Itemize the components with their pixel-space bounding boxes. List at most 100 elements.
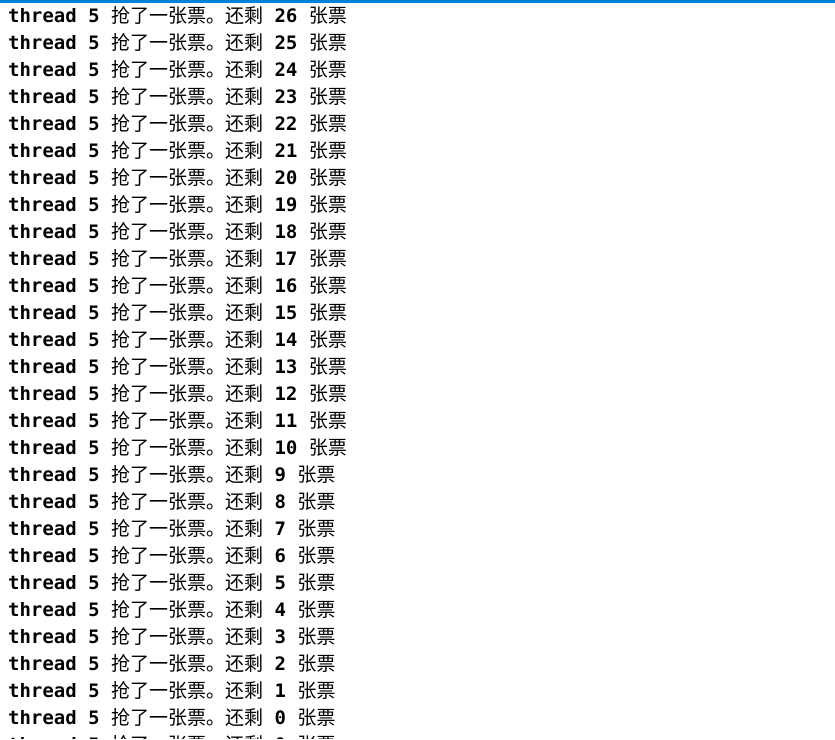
remaining-count: 2: [274, 653, 286, 675]
remaining-count: 23: [274, 86, 298, 108]
thread-keyword: thread: [8, 626, 77, 648]
thread-id: 5: [88, 410, 100, 432]
remaining-count: 3: [274, 626, 286, 648]
message-body: 抢了一张票。还剩: [111, 653, 264, 675]
remaining-count: 0: [274, 734, 285, 739]
remaining-count: 21: [274, 140, 298, 162]
message-body: 抢了一张票。还剩: [111, 734, 263, 739]
message-body: 抢了一张票。还剩: [111, 86, 264, 108]
remaining-count: 26: [274, 5, 298, 27]
message-body: 抢了一张票。还剩: [111, 707, 264, 729]
thread-id: 5: [88, 356, 100, 378]
thread-keyword: thread: [8, 302, 77, 324]
thread-keyword: thread: [8, 329, 77, 351]
thread-id: 5: [88, 275, 100, 297]
console-output-log[interactable]: thread 5 抢了一张票。还剩 26 张票 thread 5 抢了一张票。还剩…: [0, 3, 835, 740]
thread-keyword: thread: [8, 113, 77, 135]
console-line: thread 5 抢了一张票。还剩 23 张票: [0, 84, 835, 111]
console-line: thread 5 抢了一张票。还剩 16 张票: [0, 273, 835, 300]
thread-id: 5: [88, 464, 100, 486]
ticket-unit: 张票: [308, 86, 347, 108]
console-line: thread 5 抢了一张票。还剩 15 张票: [0, 300, 835, 327]
ticket-unit: 张票: [308, 302, 347, 324]
ticket-unit: 张票: [297, 626, 336, 648]
remaining-count: 13: [274, 356, 298, 378]
console-line: thread 5 抢了一张票。还剩 17 张票: [0, 246, 835, 273]
message-body: 抢了一张票。还剩: [111, 572, 264, 594]
thread-id: 5: [88, 5, 100, 27]
ticket-unit: 张票: [297, 464, 336, 486]
message-body: 抢了一张票。还剩: [111, 356, 264, 378]
thread-keyword: thread: [8, 734, 77, 739]
remaining-count: 16: [274, 275, 298, 297]
thread-keyword: thread: [8, 680, 77, 702]
thread-keyword: thread: [8, 86, 77, 108]
remaining-count: 9: [274, 464, 286, 486]
thread-id: 5: [88, 518, 100, 540]
remaining-count: 1: [274, 680, 286, 702]
thread-id: 5: [88, 329, 100, 351]
thread-id: 5: [88, 302, 100, 324]
ticket-unit: 张票: [308, 5, 347, 27]
remaining-count: 0: [274, 707, 286, 729]
thread-keyword: thread: [8, 464, 77, 486]
thread-keyword: thread: [8, 248, 77, 270]
remaining-count: 19: [274, 194, 298, 216]
console-line: thread 5 抢了一张票。还剩 10 张票: [0, 435, 835, 462]
thread-id: 5: [88, 140, 100, 162]
console-line: thread 5 抢了一张票。还剩 9 张票: [0, 462, 835, 489]
console-line: thread 5 抢了一张票。还剩 2 张票: [0, 651, 835, 678]
thread-id: 5: [88, 86, 100, 108]
remaining-count: 6: [274, 545, 286, 567]
remaining-count: 7: [274, 518, 286, 540]
console-line: thread 5 抢了一张票。还剩 14 张票: [0, 327, 835, 354]
thread-keyword: thread: [8, 572, 77, 594]
thread-id: 5: [88, 59, 100, 81]
thread-keyword: thread: [8, 167, 77, 189]
thread-id: 5: [88, 194, 100, 216]
ticket-unit: 张票: [308, 356, 347, 378]
remaining-count: 25: [274, 32, 298, 54]
ticket-unit: 张票: [308, 275, 347, 297]
console-line: thread 5 抢了一张票。还剩 1 张票: [0, 678, 835, 705]
message-body: 抢了一张票。还剩: [111, 113, 264, 135]
thread-keyword: thread: [8, 221, 77, 243]
ticket-unit: 张票: [308, 437, 347, 459]
thread-keyword: thread: [8, 32, 77, 54]
thread-id: 5: [88, 680, 100, 702]
console-line: thread 5 抢了一张票。还剩 3 张票: [0, 624, 835, 651]
